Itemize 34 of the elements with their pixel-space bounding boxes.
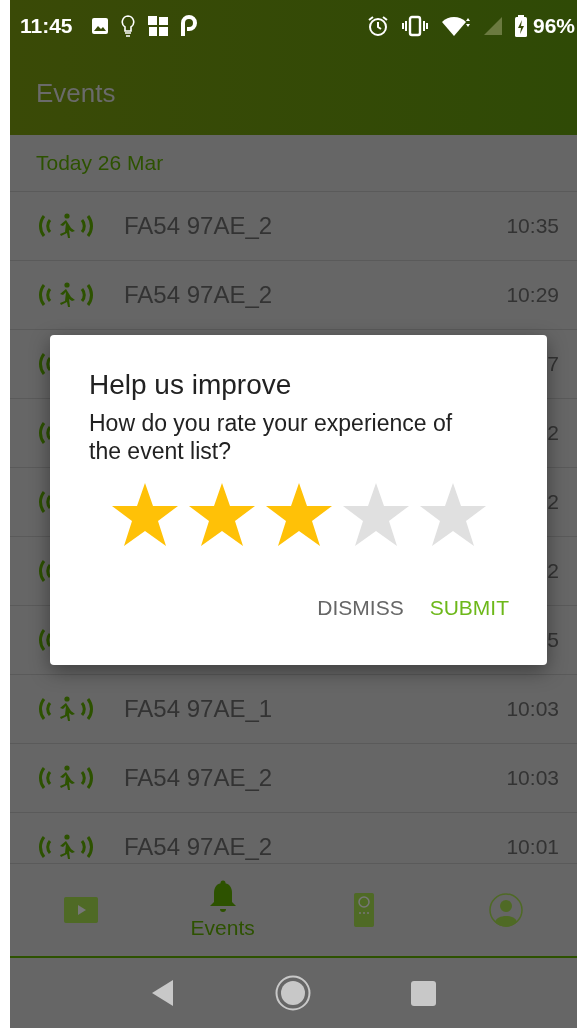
device-icon bbox=[354, 893, 375, 927]
motion-sensor-icon bbox=[38, 281, 94, 309]
motion-sensor-icon bbox=[38, 695, 94, 723]
motion-sensor-icon bbox=[38, 833, 94, 861]
motion-sensor-icon bbox=[38, 764, 94, 792]
recents-icon[interactable] bbox=[411, 980, 436, 1006]
play-icon bbox=[63, 897, 98, 923]
back-icon[interactable] bbox=[151, 979, 175, 1007]
battery-icon bbox=[514, 15, 527, 37]
star-icon[interactable] bbox=[343, 483, 409, 547]
vibrate-icon bbox=[400, 15, 429, 37]
image-icon bbox=[90, 17, 109, 35]
star-icon[interactable] bbox=[266, 483, 332, 547]
submit-button[interactable]: SUBMIT bbox=[425, 590, 513, 627]
signal-icon bbox=[482, 15, 503, 37]
dialog-title: Help us improve bbox=[89, 369, 293, 401]
dialog-message: How do you rate your experience of the event list? bbox=[89, 409, 454, 466]
status-time: 11:45 bbox=[20, 14, 73, 38]
motion-sensor-icon bbox=[38, 212, 94, 240]
patchwork-icon bbox=[146, 15, 169, 37]
nav-tab[interactable]: Events bbox=[151, 864, 294, 956]
alarm-icon bbox=[366, 15, 389, 37]
star-icon[interactable] bbox=[420, 483, 486, 547]
star-icon[interactable] bbox=[189, 483, 255, 547]
star-icon[interactable] bbox=[112, 483, 178, 547]
home-icon[interactable] bbox=[275, 975, 311, 1011]
lightbulb-icon bbox=[120, 15, 135, 37]
battery-percent: 96% bbox=[532, 14, 575, 38]
profile-icon bbox=[489, 893, 524, 927]
dismiss-button[interactable]: DISMISS bbox=[313, 590, 408, 627]
screen-title: Events bbox=[36, 78, 116, 109]
wifi-icon bbox=[440, 15, 471, 37]
section-header: Today 26 Mar bbox=[36, 151, 164, 175]
p-logo-icon bbox=[180, 15, 197, 37]
